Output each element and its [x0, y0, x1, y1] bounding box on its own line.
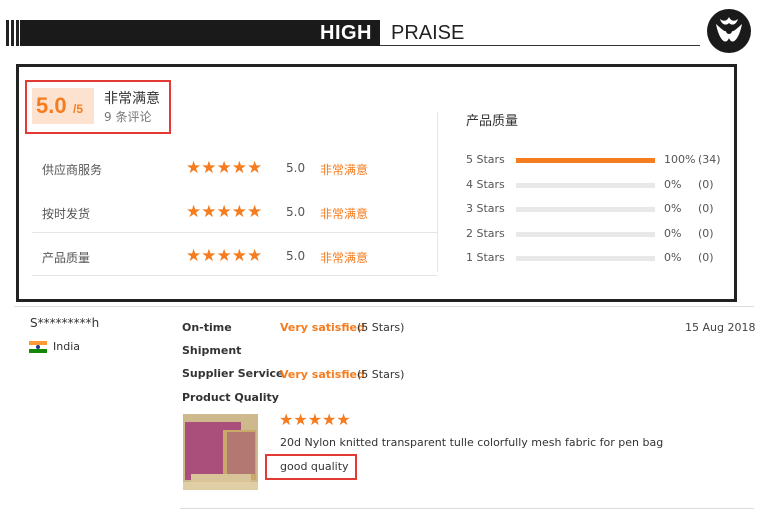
star-icon-row: ★★★★★ — [186, 202, 263, 222]
distribution-row-count: (0) — [698, 227, 714, 240]
banner-title-light: PRAISE — [391, 22, 465, 44]
distribution-title: 产品质量 — [466, 114, 519, 129]
distribution-row-label: 5 Stars — [466, 153, 505, 166]
review-rating-label: Shipment — [182, 344, 242, 357]
row-divider — [32, 275, 437, 276]
distribution-row-percent: 0% — [664, 251, 682, 264]
summary-row-label: 供应商服务 — [42, 163, 103, 177]
review-rating-stars: (5 Stars) — [357, 321, 405, 334]
summary-row-satisfaction: 非常满意 — [320, 251, 369, 265]
summary-row-label: 按时发货 — [42, 207, 91, 221]
overall-score: 5.0 — [36, 93, 67, 118]
distribution-row-count: (34) — [698, 153, 721, 166]
distribution-row-percent: 0% — [664, 202, 682, 215]
banner-stripes — [6, 20, 19, 46]
review-top-separator — [14, 306, 754, 307]
review-bottom-separator — [180, 508, 754, 509]
distribution-row-count: (0) — [698, 178, 714, 191]
brand-logo — [707, 9, 751, 53]
star-icon-row: ★★★★★ — [186, 158, 263, 178]
summary-row-satisfaction: 非常满意 — [320, 207, 369, 221]
distribution-row-percent: 0% — [664, 227, 682, 240]
review-rating-label: Supplier Service — [182, 367, 284, 380]
distribution-bar-track — [516, 207, 655, 212]
star-icon-row: ★★★★★ — [279, 410, 351, 429]
distribution-row-label: 3 Stars — [466, 202, 505, 215]
review-rating-stars: (5 Stars) — [357, 368, 405, 381]
distribution-row-percent: 100% — [664, 153, 696, 166]
summary-row-score: 5.0 — [286, 249, 306, 263]
review-rating-satisfaction: Very satisfied — [280, 368, 365, 381]
distribution-row-label: 2 Stars — [466, 227, 505, 240]
review-rating-label: On-time — [182, 321, 232, 334]
distribution-row-count: (0) — [698, 202, 714, 215]
distribution-row-count: (0) — [698, 251, 714, 264]
summary-row-satisfaction: 非常满意 — [320, 163, 369, 177]
distribution-bar-track — [516, 232, 655, 237]
banner-underline — [380, 45, 700, 46]
score-max: /5 — [73, 102, 84, 116]
summary-row-label: 产品质量 — [42, 251, 91, 265]
distribution-row-label: 1 Stars — [466, 251, 505, 264]
review-date: 15 Aug 2018 — [685, 321, 756, 334]
distribution-row-percent: 0% — [664, 178, 682, 191]
reviewer-name: S*********h — [30, 316, 100, 330]
rating-text: 非常满意 — [104, 91, 160, 107]
summary-row-score: 5.0 — [286, 205, 306, 219]
reviewer-country: India — [53, 340, 80, 353]
review-rating-satisfaction: Very satisfied — [280, 321, 365, 334]
summary-row-score: 5.0 — [286, 161, 306, 175]
product-name-link[interactable]: 20d Nylon knitted transparent tulle colo… — [280, 436, 663, 449]
row-divider — [32, 232, 437, 233]
distribution-bar-track — [516, 183, 655, 188]
star-icon-row: ★★★★★ — [186, 246, 263, 266]
distribution-bar-track — [516, 158, 655, 163]
india-flag-icon — [29, 341, 47, 353]
distribution-bar-fill — [516, 158, 655, 163]
review-comment: good quality — [280, 460, 349, 473]
review-count: 9 条评论 — [104, 110, 152, 124]
distribution-row-label: 4 Stars — [466, 178, 505, 191]
banner-title-bold: HIGH — [320, 22, 372, 44]
distribution-bar-track — [516, 256, 655, 261]
review-rating-label: Product Quality — [182, 391, 279, 404]
panel-vertical-divider — [437, 112, 438, 272]
product-thumbnail[interactable] — [183, 414, 258, 490]
